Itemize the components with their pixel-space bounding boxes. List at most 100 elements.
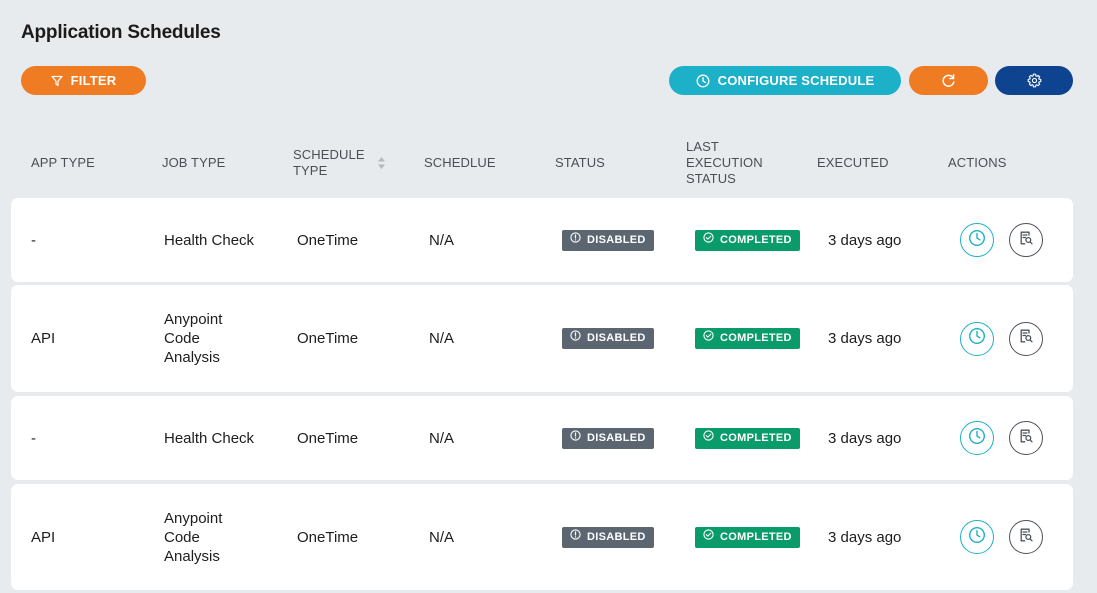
cell-schedule: N/A xyxy=(429,330,455,347)
completed-badge-label: COMPLETED xyxy=(720,530,792,543)
header-last-exec-line3: STATUS xyxy=(686,171,736,186)
cell-schedule: N/A xyxy=(429,429,455,447)
cell-status: DISABLED xyxy=(562,396,654,480)
header-schedule-type[interactable]: SCHEDULE TYPE xyxy=(293,130,386,196)
completed-badge: COMPLETED xyxy=(695,229,800,251)
table-row: - Health Check OneTime N/A DISABLED COMP… xyxy=(11,396,1073,480)
clock-icon xyxy=(968,229,986,252)
check-circle-icon xyxy=(703,231,714,250)
cell-actions xyxy=(960,396,1043,480)
completed-badge: COMPLETED xyxy=(695,526,800,548)
schedule-action-button[interactable] xyxy=(960,520,994,554)
completed-badge-label: COMPLETED xyxy=(720,431,792,444)
schedule-action-button[interactable] xyxy=(960,321,994,356)
filter-icon xyxy=(51,75,63,87)
configure-schedule-label: CONFIGURE SCHEDULE xyxy=(717,73,875,88)
cell-schedule: N/A xyxy=(429,528,455,546)
cell-executed: 3 days ago xyxy=(828,429,902,447)
status-badge-label: DISABLED xyxy=(587,332,646,344)
status-badge-label: DISABLED xyxy=(587,530,646,543)
clock-icon xyxy=(968,327,986,350)
status-badge: DISABLED xyxy=(562,526,654,548)
info-circle-icon xyxy=(570,429,581,448)
schedule-action-button[interactable] xyxy=(960,223,994,257)
report-search-icon xyxy=(1017,427,1035,450)
report-action-button[interactable] xyxy=(1009,520,1043,554)
completed-badge: COMPLETED xyxy=(695,328,800,349)
page-title: Application Schedules xyxy=(21,22,221,43)
cell-app-type: - xyxy=(31,231,36,249)
clock-icon xyxy=(968,427,986,450)
sort-icon[interactable] xyxy=(377,156,386,170)
report-search-icon xyxy=(1017,327,1035,350)
header-schedule-type-line1: SCHEDULE xyxy=(293,147,365,162)
header-last-exec-line1: LAST xyxy=(686,139,719,154)
cell-last-execution-status: COMPLETED xyxy=(695,484,800,590)
gear-icon xyxy=(1027,73,1042,88)
filter-label: FILTER xyxy=(70,73,117,88)
clock-icon xyxy=(968,526,986,549)
cell-last-execution-status: COMPLETED xyxy=(695,396,800,480)
cell-job-type-text: Anypoint Code Analysis xyxy=(164,509,223,565)
cell-schedule-type: OneTime xyxy=(297,429,359,447)
cell-job-type: Anypoint Code Analysis xyxy=(164,484,244,590)
check-circle-icon xyxy=(703,429,714,448)
info-circle-icon xyxy=(570,329,581,348)
report-action-button[interactable] xyxy=(1009,321,1043,356)
cell-job-type-text: Anypoint Code Analysis xyxy=(164,311,223,366)
cell-last-execution-status: COMPLETED xyxy=(695,198,800,282)
report-action-button[interactable] xyxy=(1009,421,1043,455)
table-row: API Anypoint Code Analysis OneTime N/A D… xyxy=(11,484,1073,590)
completed-badge: COMPLETED xyxy=(695,427,800,449)
cell-job-type: Health Check xyxy=(164,231,255,249)
cell-status: DISABLED xyxy=(562,285,654,392)
status-badge: DISABLED xyxy=(562,328,654,349)
cell-executed: 3 days ago xyxy=(828,231,902,249)
cell-status: DISABLED xyxy=(562,484,654,590)
report-search-icon xyxy=(1017,526,1035,549)
header-schedule: SCHEDLUE xyxy=(424,155,496,170)
report-action-button[interactable] xyxy=(1009,223,1043,257)
cell-job-type: Anypoint Code Analysis xyxy=(164,285,244,392)
configure-schedule-button[interactable]: CONFIGURE SCHEDULE xyxy=(669,66,901,95)
cell-actions xyxy=(960,198,1043,282)
header-last-execution-status: LAST EXECUTION STATUS xyxy=(686,130,763,196)
header-job-type: JOB TYPE xyxy=(162,155,226,170)
header-schedule-type-line2: TYPE xyxy=(293,163,328,178)
status-badge-label: DISABLED xyxy=(587,233,646,246)
cell-last-execution-status: COMPLETED xyxy=(695,285,800,392)
clock-icon xyxy=(696,74,710,88)
cell-app-type: - xyxy=(31,429,36,447)
schedule-action-button[interactable] xyxy=(960,421,994,455)
cell-actions xyxy=(960,484,1043,590)
completed-badge-label: COMPLETED xyxy=(720,233,792,246)
header-actions: ACTIONS xyxy=(948,155,1007,170)
status-badge-label: DISABLED xyxy=(587,431,646,444)
cell-job-type: Health Check xyxy=(164,429,255,447)
info-circle-icon xyxy=(570,231,581,250)
cell-status: DISABLED xyxy=(562,198,654,282)
table-row: - Health Check OneTime N/A DISABLED COMP… xyxy=(11,198,1073,282)
header-status: STATUS xyxy=(555,155,605,170)
check-circle-icon xyxy=(703,329,714,348)
cell-schedule-type: OneTime xyxy=(297,330,359,347)
table-header: APP TYPE JOB TYPE SCHEDULE TYPE SCHEDLUE… xyxy=(11,130,1073,196)
status-badge: DISABLED xyxy=(562,427,654,449)
completed-badge-label: COMPLETED xyxy=(720,332,792,344)
cell-executed: 3 days ago xyxy=(828,528,902,546)
filter-button[interactable]: FILTER xyxy=(21,66,146,95)
header-app-type: APP TYPE xyxy=(31,155,95,170)
table-row: API Anypoint Code Analysis OneTime N/A D… xyxy=(11,285,1073,392)
header-last-exec-line2: EXECUTION xyxy=(686,155,763,170)
cell-executed: 3 days ago xyxy=(828,330,902,347)
cell-schedule-type: OneTime xyxy=(297,528,359,546)
check-circle-icon xyxy=(703,528,714,547)
refresh-icon xyxy=(941,73,956,88)
cell-app-type: API xyxy=(31,330,56,347)
settings-button[interactable] xyxy=(995,66,1073,95)
cell-actions xyxy=(960,285,1043,392)
report-search-icon xyxy=(1017,229,1035,252)
header-executed: EXECUTED xyxy=(817,155,889,170)
refresh-button[interactable] xyxy=(909,66,988,95)
cell-app-type: API xyxy=(31,528,56,546)
